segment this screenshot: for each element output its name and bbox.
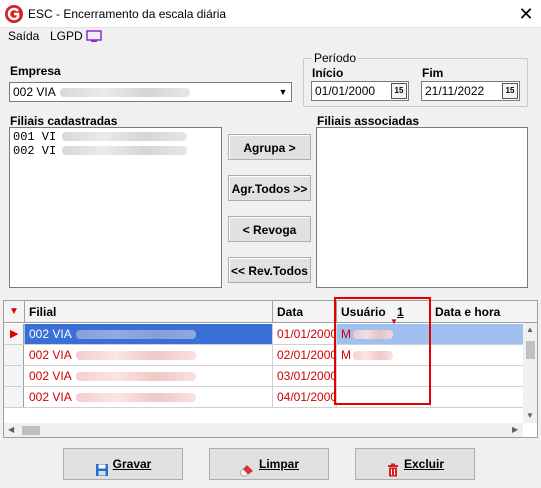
table-row[interactable]: 002 VIA 04/01/2000 — [4, 387, 524, 408]
rev-todos-button[interactable]: << Rev.Todos — [228, 257, 311, 283]
fim-date-value: 21/11/2022 — [425, 84, 485, 98]
cell-data-hora[interactable] — [431, 324, 523, 344]
filiais-associadas-list[interactable] — [316, 127, 528, 288]
trash-icon — [386, 458, 400, 477]
list-item[interactable]: 001 VI — [13, 130, 218, 144]
redacted-text — [62, 132, 188, 142]
empresa-select[interactable]: 002 VIA — [9, 82, 292, 102]
h-scroll-thumb[interactable] — [22, 426, 40, 435]
window-title: ESC - Encerramento da escala diária — [28, 7, 227, 21]
calendar-icon[interactable]: 15 — [391, 83, 407, 99]
app-logo-icon — [4, 4, 24, 24]
redacted-text — [75, 372, 196, 382]
table-row[interactable]: ▶ 002 VIA 01/01/2000 M — [4, 324, 524, 345]
cell-filial[interactable]: 002 VIA — [25, 387, 273, 407]
menu-bar: Saída LGPD — [0, 28, 541, 46]
excluir-label: Excluir — [403, 457, 445, 471]
list-item[interactable]: 002 VI — [13, 144, 218, 158]
agr-todos-button[interactable]: Agr.Todos >> — [228, 175, 311, 201]
filiais-associadas-label: Filiais associadas — [317, 114, 420, 128]
inicio-label: Início — [312, 66, 344, 80]
cell-data[interactable]: 03/01/2000 — [273, 366, 337, 386]
gravar-label: Gravar — [112, 457, 152, 471]
excluir-button[interactable]: Excluir — [355, 448, 475, 480]
redacted-text — [75, 393, 196, 403]
table-row[interactable]: 002 VIA 03/01/2000 — [4, 366, 524, 387]
vertical-scrollbar[interactable]: ▲ ▼ — [523, 323, 537, 423]
row-indicator — [4, 345, 24, 365]
limpar-label: Limpar — [258, 457, 299, 471]
save-disk-icon — [95, 458, 109, 476]
usuario-highlight-box — [334, 297, 431, 405]
cell-data-hora[interactable] — [431, 345, 523, 365]
row-indicator — [4, 366, 24, 386]
current-row-icon: ▶ — [10, 328, 19, 340]
column-header-data-hora[interactable]: Data e hora — [431, 301, 523, 323]
scroll-down-icon[interactable]: ▼ — [526, 411, 534, 420]
fim-label: Fim — [422, 66, 444, 80]
cell-data[interactable]: 04/01/2000 — [273, 387, 337, 407]
empresa-value: 002 VIA — [13, 85, 56, 99]
monitor-icon[interactable] — [86, 30, 102, 42]
redacted-text — [62, 146, 188, 156]
empresa-label: Empresa — [10, 64, 61, 78]
gravar-button[interactable]: Gravar — [63, 448, 183, 480]
redacted-text — [75, 330, 196, 340]
close-icon[interactable]: ✕ — [514, 2, 538, 26]
redacted-text — [59, 88, 190, 98]
menu-saida[interactable]: Saída — [4, 28, 43, 44]
periodo-legend: Período — [312, 51, 359, 65]
horizontal-scrollbar[interactable]: ◀ ▶ — [4, 423, 523, 437]
row-indicator: ▶ — [4, 324, 24, 344]
cell-filial[interactable]: 002 VIA — [25, 366, 273, 386]
column-header-data[interactable]: Data — [273, 301, 337, 323]
cell-data[interactable]: 02/01/2000 — [273, 345, 337, 365]
scroll-thumb[interactable] — [526, 341, 535, 359]
filiais-cadastradas-label: Filiais cadastradas — [10, 114, 118, 128]
revoga-button[interactable]: < Revoga — [228, 216, 311, 242]
escala-grid[interactable]: ▼ Filial Data Usuário 1 ▼ Data e hora ▶ … — [3, 300, 538, 438]
menu-lgpd[interactable]: LGPD — [46, 28, 87, 44]
column-header-filial[interactable]: Filial — [25, 301, 273, 323]
agrupa-button[interactable]: Agrupa > — [228, 134, 311, 160]
chevron-down-icon[interactable]: ▼ — [275, 83, 291, 101]
scroll-left-icon[interactable]: ◀ — [8, 425, 14, 434]
filiais-cadastradas-list[interactable]: 001 VI 002 VI — [9, 127, 222, 288]
calendar-icon[interactable]: 15 — [502, 83, 518, 99]
limpar-button[interactable]: Limpar — [209, 448, 329, 480]
sort-arrow-icon[interactable]: ▼ — [4, 301, 25, 323]
scroll-right-icon[interactable]: ▶ — [512, 425, 518, 434]
cell-filial[interactable]: 002 VIA — [25, 345, 273, 365]
cell-data-hora[interactable] — [431, 366, 523, 386]
cell-data-hora[interactable] — [431, 387, 523, 407]
grid-header: ▼ Filial Data Usuário 1 ▼ Data e hora — [4, 301, 537, 326]
table-row[interactable]: 002 VIA 02/01/2000 M — [4, 345, 524, 366]
title-bar: ESC - Encerramento da escala diária ✕ — [0, 0, 541, 28]
eraser-icon — [239, 458, 255, 477]
inicio-date-value: 01/01/2000 — [315, 84, 376, 98]
cell-filial[interactable]: 002 VIA — [25, 324, 273, 344]
row-indicator — [4, 387, 24, 407]
cell-data[interactable]: 01/01/2000 — [273, 324, 337, 344]
scroll-up-icon[interactable]: ▲ — [526, 325, 534, 334]
redacted-text — [75, 351, 196, 361]
